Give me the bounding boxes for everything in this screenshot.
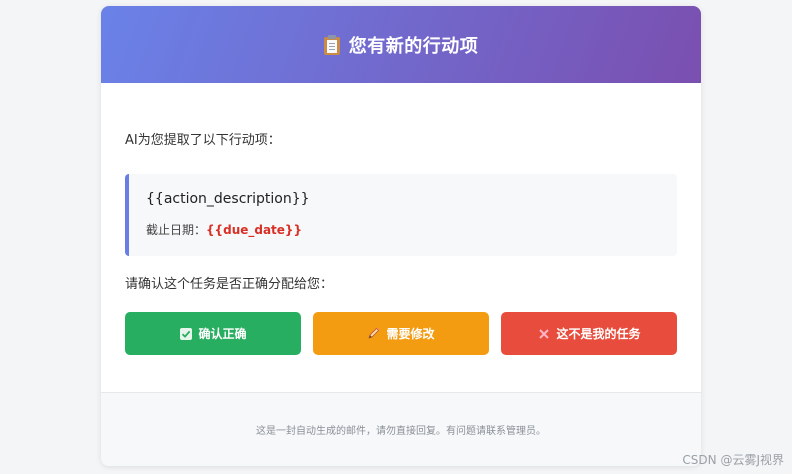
header-title-group: 您有新的行动项 bbox=[323, 32, 479, 58]
check-box-icon bbox=[179, 327, 192, 340]
email-footer: 这是一封自动生成的邮件，请勿直接回复。有问题请联系管理员。 bbox=[101, 392, 701, 466]
action-description: {{action_description}} bbox=[146, 191, 310, 207]
confirm-correct-label: 确认正确 bbox=[198, 327, 247, 341]
confirm-correct-button[interactable]: 确认正确 bbox=[125, 312, 301, 355]
button-row: 确认正确 需要修改 这不是我的任务 bbox=[125, 312, 677, 355]
watermark: CSDN @云雾J视界 bbox=[682, 453, 784, 467]
action-item-box: {{action_description}} 截止日期：{{due_date}} bbox=[125, 174, 677, 256]
not-my-task-label: 这不是我的任务 bbox=[556, 327, 641, 341]
email-header: 您有新的行动项 bbox=[101, 6, 701, 83]
not-my-task-button[interactable]: 这不是我的任务 bbox=[501, 312, 677, 355]
intro-text: AI为您提取了以下行动项： bbox=[125, 133, 281, 148]
confirm-prompt: 请确认这个任务是否正确分配给您： bbox=[125, 277, 334, 292]
header-title: 您有新的行动项 bbox=[348, 35, 479, 57]
needs-edit-label: 需要修改 bbox=[386, 327, 435, 341]
footer-text: 这是一封自动生成的邮件，请勿直接回复。有问题请联系管理员。 bbox=[256, 426, 546, 437]
clipboard-icon bbox=[323, 34, 340, 55]
cross-icon bbox=[537, 327, 550, 340]
due-date-value: {{due_date}} bbox=[206, 223, 303, 237]
needs-edit-button[interactable]: 需要修改 bbox=[313, 312, 489, 355]
email-card: 您有新的行动项 AI为您提取了以下行动项： {{action_descripti… bbox=[101, 6, 701, 466]
due-date-label: 截止日期： bbox=[146, 223, 207, 237]
email-body: AI为您提取了以下行动项： {{action_description}} 截止日… bbox=[101, 133, 701, 355]
due-date-line: 截止日期：{{due_date}} bbox=[146, 223, 677, 237]
pencil-icon bbox=[367, 327, 380, 340]
